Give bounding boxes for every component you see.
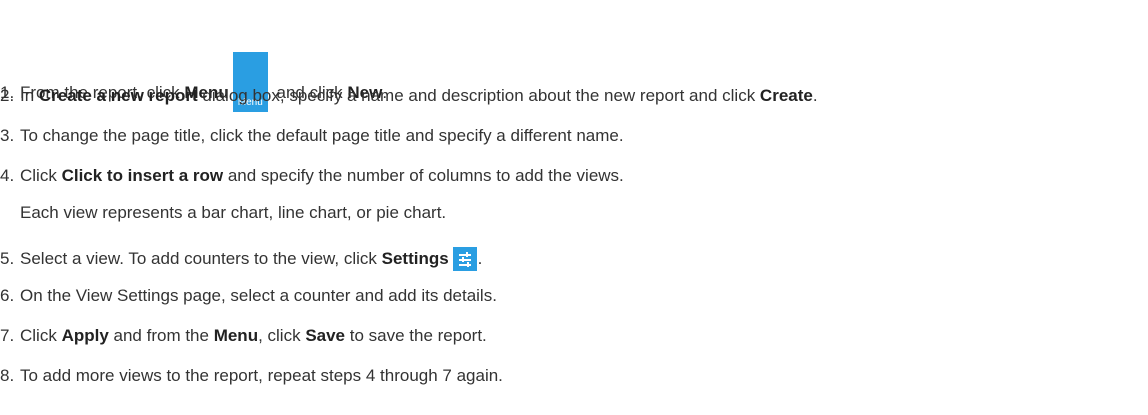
step-text: To change the page title, click the defa… [20,126,624,145]
step-6: 6. On the View Settings page, select a co… [0,285,497,307]
ui-term-apply: Apply [61,326,109,345]
step-text: , click [258,326,306,345]
step-number: 6. [0,286,15,305]
step-punct: . [477,249,483,268]
step-text: In [20,86,39,105]
step-number: 4. [0,166,15,185]
settings-sliders-icon [452,247,477,271]
step-text: On the View Settings page, select a coun… [20,286,497,305]
step-8: 8. To add more views to the report, repea… [0,365,503,387]
step-text: dialog box, specify a name and descripti… [197,86,760,105]
step-4-note: Each view represents a bar chart, line c… [20,203,447,222]
ui-term-create: Create [759,86,813,105]
step-text: and from the [108,326,214,345]
ui-term-menu: Menu [213,326,259,345]
procedure-steps: 1. From the report, click Menu Menu and cl… [0,0,1148,415]
step-number: 8. [0,366,15,385]
step-7: 7. Click Apply and from the Menu, click S… [0,325,487,347]
ui-term-settings: Settings [381,249,449,268]
step-number: 3. [0,126,15,145]
step-3: 3. To change the page title, click the de… [0,125,624,147]
step-text: Click [20,166,62,185]
ui-term-save: Save [305,326,346,345]
step-4: 4. Click Click to insert a row and specif… [0,165,624,187]
step-2: 2. In Create a new report dialog box, spe… [0,85,818,107]
ui-term-create-dialog: Create a new report [38,86,198,105]
step-text: To add more views to the report, repeat … [20,366,503,385]
step-number: 2. [0,86,15,105]
step-5: 5. Select a view. To add counters to the … [0,246,483,271]
step-text: to save the report. [345,326,487,345]
step-text: Select a view. To add counters to the vi… [20,249,382,268]
step-text: Click [20,326,62,345]
step-text: and specify the number of columns to add… [223,166,624,185]
step-punct: . [812,86,818,105]
step-number: 5. [0,249,15,268]
step-number: 7. [0,326,15,345]
ui-term-insert-row: Click to insert a row [61,166,224,185]
